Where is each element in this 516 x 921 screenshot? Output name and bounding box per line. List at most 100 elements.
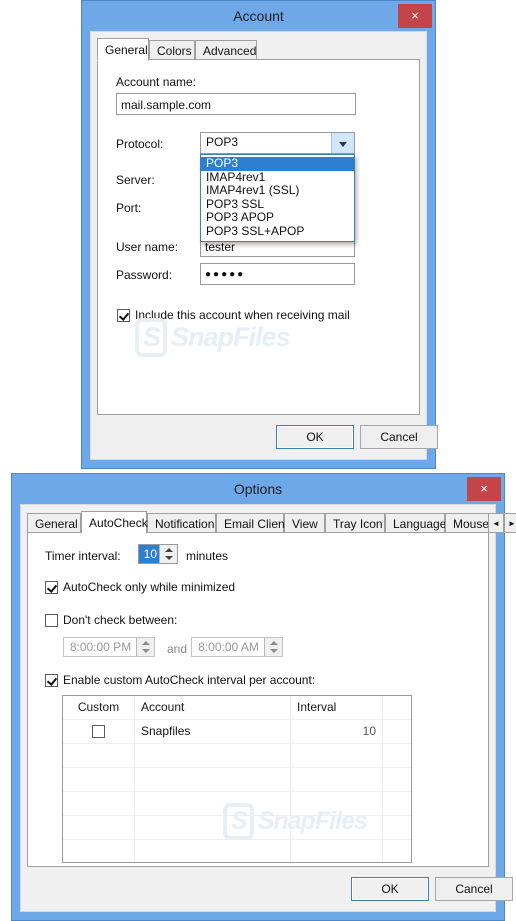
protocol-option-3[interactable]: POP3 SSL <box>201 197 354 212</box>
empty-cell <box>135 768 291 791</box>
account-ok-button[interactable]: OK <box>276 425 354 449</box>
column-header-interval[interactable]: Interval <box>291 696 383 719</box>
tab-tray-icon[interactable]: Tray Icon <box>325 513 385 533</box>
column-header-custom[interactable]: Custom <box>63 696 135 719</box>
table-header-row: Custom Account Interval <box>63 696 411 720</box>
dont-check-between-checkbox[interactable] <box>45 614 58 627</box>
protocol-selected-value: POP3 <box>206 135 239 149</box>
options-cancel-button[interactable]: Cancel <box>435 877 513 901</box>
empty-cell <box>63 744 135 767</box>
close-icon[interactable]: × <box>398 4 432 28</box>
time-from-spin-buttons[interactable] <box>136 638 154 656</box>
row-custom-cell[interactable] <box>63 720 135 743</box>
timer-interval-value[interactable]: 10 <box>139 545 160 563</box>
protocol-option-0[interactable]: POP3 <box>201 156 354 171</box>
port-label: Port: <box>116 201 142 215</box>
protocol-dropdown-list[interactable]: POP3 IMAP4rev1 IMAP4rev1 (SSL) POP3 SSL … <box>200 154 355 242</box>
row-spacer-cell <box>383 720 411 743</box>
options-window-title: Options <box>233 481 283 497</box>
tab-language[interactable]: Language <box>385 513 446 533</box>
watermark: S SnapFiles <box>223 803 368 840</box>
watermark-logo: S <box>135 318 168 357</box>
table-empty-row[interactable] <box>63 840 411 862</box>
options-tabstrip: General AutoCheck Notification Email Cli… <box>27 511 516 534</box>
account-tab-page: Account name: mail.sample.com Protocol: … <box>97 59 420 415</box>
protocol-label: Protocol: <box>116 137 164 151</box>
time-from-value[interactable]: 8:00:00 PM <box>64 638 137 656</box>
account-titlebar: Account × <box>82 1 435 31</box>
server-label: Server: <box>116 173 155 187</box>
protocol-option-4[interactable]: POP3 APOP <box>201 210 354 225</box>
account-client-area: General Colors Advanced Account name: ma… <box>90 31 438 460</box>
account-window-title: Account <box>233 8 284 24</box>
row-account-cell: Snapfiles <box>135 720 291 743</box>
tab-scroll-right-button[interactable]: ► <box>504 513 516 533</box>
account-window: Account × General Colors Advanced Accoun… <box>81 0 438 469</box>
dont-check-between-label: Don't check between: <box>63 613 178 627</box>
time-from-stepper[interactable]: 8:00:00 PM <box>63 637 155 657</box>
table-empty-row[interactable] <box>63 744 411 768</box>
column-header-account[interactable]: Account <box>135 696 291 719</box>
options-client-area: General AutoCheck Notification Email Cli… <box>20 504 516 912</box>
row-interval-cell: 10 <box>291 720 383 743</box>
empty-cell <box>291 840 383 862</box>
chevron-down-icon[interactable] <box>331 133 354 153</box>
time-and-label: and <box>167 642 188 656</box>
options-window: Options × General AutoCheck Notification… <box>11 473 516 921</box>
options-tab-page: Timer interval: 10 minutes AutoCheck onl… <box>27 532 489 867</box>
tab-general[interactable]: General <box>97 38 149 61</box>
options-titlebar: Options × <box>12 474 504 504</box>
watermark: S SnapFiles <box>135 318 291 357</box>
autocheck-minimized-label: AutoCheck only while minimized <box>63 580 236 594</box>
protocol-combobox[interactable]: POP3 <box>200 132 355 154</box>
timer-interval-spin-buttons[interactable] <box>159 545 177 563</box>
include-account-checkbox[interactable] <box>117 309 130 322</box>
empty-cell <box>291 768 383 791</box>
timer-interval-label: Timer interval: <box>45 549 121 563</box>
custom-interval-checkbox[interactable] <box>45 674 58 687</box>
empty-cell <box>63 840 135 862</box>
tab-mouse-actions[interactable]: Mouse A <box>445 513 493 533</box>
empty-cell <box>135 744 291 767</box>
table-empty-row[interactable] <box>63 768 411 792</box>
username-label: User name: <box>116 240 179 254</box>
time-to-stepper[interactable]: 8:00:00 AM <box>191 637 283 657</box>
timer-interval-units: minutes <box>186 549 229 563</box>
account-name-input[interactable]: mail.sample.com <box>116 93 356 115</box>
password-input[interactable]: ●●●●● <box>200 263 355 285</box>
empty-cell <box>63 768 135 791</box>
account-interval-grid[interactable]: Custom Account Interval Snapfiles 10 S S… <box>62 695 412 863</box>
empty-cell <box>291 744 383 767</box>
empty-cell <box>135 840 291 862</box>
empty-cell <box>63 792 135 815</box>
account-tabstrip: General Colors Advanced <box>97 38 420 61</box>
empty-cell <box>63 816 135 839</box>
watermark-text: SnapFiles <box>257 807 368 835</box>
time-to-value[interactable]: 8:00:00 AM <box>192 638 265 656</box>
account-cancel-button[interactable]: Cancel <box>360 425 438 449</box>
options-ok-button[interactable]: OK <box>351 877 429 901</box>
watermark-text: SnapFiles <box>171 322 291 352</box>
autocheck-minimized-checkbox[interactable] <box>45 581 58 594</box>
timer-interval-stepper[interactable]: 10 <box>138 544 178 564</box>
tab-advanced[interactable]: Advanced <box>195 40 257 60</box>
account-name-label: Account name: <box>116 75 197 89</box>
tab-colors[interactable]: Colors <box>149 40 195 60</box>
close-icon[interactable]: × <box>467 477 501 501</box>
custom-interval-label: Enable custom AutoCheck interval per acc… <box>63 673 316 687</box>
watermark-logo: S <box>223 803 254 840</box>
tab-email-client[interactable]: Email Client <box>216 513 288 533</box>
tab-notification[interactable]: Notification <box>147 513 216 533</box>
table-row[interactable]: Snapfiles 10 <box>63 720 411 744</box>
column-header-spacer <box>383 696 411 719</box>
protocol-option-5[interactable]: POP3 SSL+APOP <box>201 224 354 239</box>
tab-scroll-left-button[interactable]: ◄ <box>488 513 504 533</box>
protocol-option-1[interactable]: IMAP4rev1 <box>201 170 354 185</box>
tab-view[interactable]: View <box>284 513 325 533</box>
time-to-spin-buttons[interactable] <box>264 638 282 656</box>
row-custom-checkbox[interactable] <box>92 725 105 738</box>
password-label: Password: <box>116 268 173 282</box>
tab-general[interactable]: General <box>27 513 81 533</box>
tab-autocheck[interactable]: AutoCheck <box>81 511 148 534</box>
protocol-option-2[interactable]: IMAP4rev1 (SSL) <box>201 183 354 198</box>
